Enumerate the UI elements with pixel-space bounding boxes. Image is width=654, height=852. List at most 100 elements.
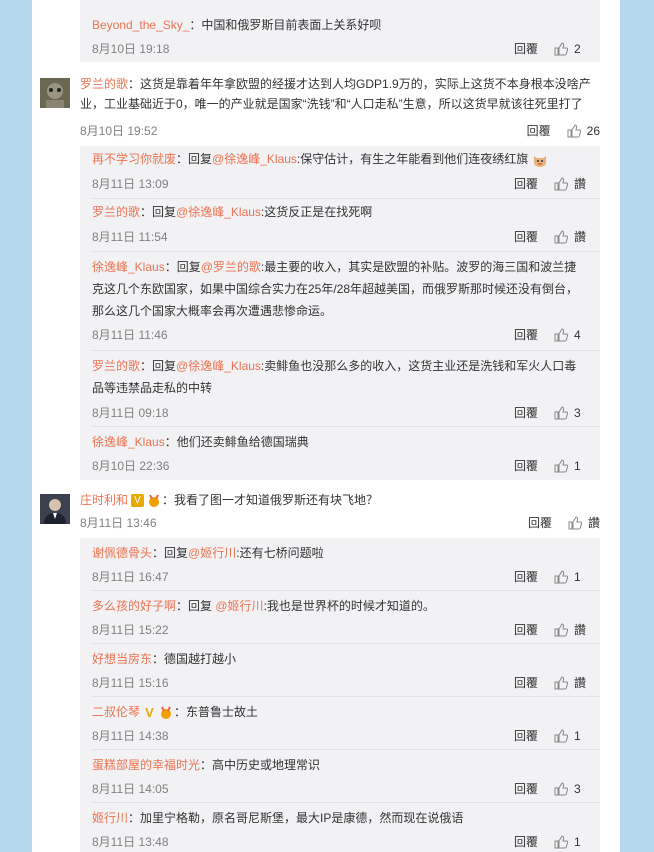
vip-badge-icon: V bbox=[145, 705, 154, 721]
list-item: 好想当房东：德国越打越小 8月11日 15:16 回覆 讚 bbox=[80, 644, 600, 697]
like-count: 1 bbox=[574, 569, 581, 584]
comment-text: :还有七桥问题啦 bbox=[236, 546, 324, 560]
timestamp: 8月11日 14:38 bbox=[92, 729, 169, 743]
commenter-name[interactable]: 蛋糕部屋的幸福时光 bbox=[92, 758, 200, 772]
comment-text: 加里宁格勒，原名哥尼斯堡，最大IP是康德，然而现在说俄语 bbox=[140, 811, 464, 825]
like-button[interactable]: 讚 bbox=[554, 175, 586, 192]
like-count: 2 bbox=[574, 41, 581, 56]
reply-button[interactable]: 回覆 bbox=[514, 457, 538, 474]
commenter-name[interactable]: 多么孩的好子啊 bbox=[92, 599, 176, 613]
reply-list: Beyond_the_Sky_：中国和俄罗斯目前表面上关系好呗 8月10日 19… bbox=[80, 0, 600, 62]
commenter-name[interactable]: 罗兰的歌 bbox=[92, 205, 140, 219]
thumb-up-icon bbox=[554, 41, 568, 55]
like-button[interactable]: 讚 bbox=[554, 674, 586, 691]
commenter-name[interactable]: 罗兰的歌 bbox=[92, 359, 140, 373]
commenter-name[interactable]: 二叔伦琴 bbox=[92, 705, 140, 719]
comment: 庄时利和 V ：我看了图一才知道俄罗斯还有块飞地？ 8月11日 13:46 回覆 讚 bbox=[32, 480, 620, 538]
timestamp: 8月10日 19:18 bbox=[92, 42, 170, 56]
like-button[interactable]: 3 bbox=[554, 782, 586, 796]
like-count: 1 bbox=[574, 458, 581, 473]
like-button[interactable]: 讚 bbox=[554, 228, 586, 245]
mention-link[interactable]: @徐逸峰_Klaus bbox=[212, 152, 297, 166]
mention-link[interactable]: @罗兰的歌 bbox=[201, 260, 261, 274]
like-button[interactable]: 26 bbox=[567, 124, 600, 138]
timestamp: 8月11日 14:05 bbox=[92, 782, 169, 796]
timestamp: 8月11日 11:46 bbox=[92, 328, 168, 342]
timestamp: 8月11日 13:09 bbox=[92, 177, 169, 191]
medal-icon bbox=[161, 706, 172, 719]
commenter-name[interactable]: 徐逸峰_Klaus bbox=[92, 260, 165, 274]
list-item: 多么孩的好子啊：回复 @姬行川:我也是世界杯的时候才知道的。 8月11日 15:… bbox=[80, 591, 600, 644]
comment-text: 我看了图一才知道俄罗斯还有块飞地？ bbox=[174, 493, 379, 507]
thumb-up-icon bbox=[554, 781, 568, 795]
like-button[interactable]: 2 bbox=[554, 42, 586, 56]
reply-list: 谢佩德骨头：回复@姬行川:还有七桥问题啦 8月11日 16:47 回覆 1 多么… bbox=[80, 538, 600, 852]
mention-link[interactable]: @姬行川 bbox=[215, 599, 263, 613]
reply-button[interactable]: 回覆 bbox=[514, 568, 538, 585]
timestamp: 8月11日 13:48 bbox=[92, 835, 169, 849]
mention-link[interactable]: @徐逸峰_Klaus bbox=[176, 359, 261, 373]
list-item: 徐逸峰_Klaus：回复@罗兰的歌:最主要的收入，其实是欧盟的补贴。波罗的海三国… bbox=[80, 252, 600, 351]
reply-button[interactable]: 回覆 bbox=[514, 674, 538, 691]
comment-text: :这货反正是在找死啊 bbox=[260, 205, 373, 219]
like-button[interactable]: 1 bbox=[554, 459, 586, 473]
list-item: 姬行川：加里宁格勒，原名哥尼斯堡，最大IP是康德，然而现在说俄语 8月11日 1… bbox=[80, 803, 600, 852]
commenter-name[interactable]: 好想当房东 bbox=[92, 652, 152, 666]
reply-button[interactable]: 回覆 bbox=[514, 404, 538, 421]
list-item: 谢佩德骨头：回复@姬行川:还有七桥问题啦 8月11日 16:47 回覆 1 bbox=[80, 538, 600, 591]
list-item: 二叔伦琴 V ：东普鲁士故土 8月11日 14:38 回覆 1 bbox=[80, 697, 600, 750]
reply-button[interactable]: 回覆 bbox=[528, 514, 552, 531]
timestamp: 8月11日 15:16 bbox=[92, 676, 169, 690]
commenter-name[interactable]: 谢佩德骨头 bbox=[92, 546, 152, 560]
avatar[interactable] bbox=[40, 78, 70, 108]
commenter-name[interactable]: 罗兰的歌 bbox=[80, 77, 128, 91]
comment-text: :保守估计，有生之年能看到他们连夜绣红旗 bbox=[296, 152, 529, 166]
like-count: 讚 bbox=[573, 623, 586, 637]
comment: 罗兰的歌：这货是靠着年年拿欧盟的经援才达到人均GDP1.9万的，实际上这货不本身… bbox=[32, 62, 620, 146]
comment-text: 德国越打越小 bbox=[164, 652, 237, 666]
reply-button[interactable]: 回覆 bbox=[514, 326, 538, 343]
reply-button[interactable]: 回覆 bbox=[514, 40, 538, 57]
reply-button[interactable]: 回覆 bbox=[527, 122, 551, 139]
commenter-name[interactable]: 庄时利和 bbox=[80, 493, 128, 507]
like-button[interactable]: 1 bbox=[554, 729, 586, 743]
reply-button[interactable]: 回覆 bbox=[514, 228, 538, 245]
list-item: 徐逸峰_Klaus：他们还卖鲱鱼给德国瑞典 8月10日 22:36 回覆 1 bbox=[80, 427, 600, 480]
like-count: 3 bbox=[574, 781, 581, 796]
thumb-up-icon bbox=[554, 834, 568, 848]
thumb-up-icon bbox=[554, 569, 568, 583]
mention-link[interactable]: @姬行川 bbox=[188, 546, 236, 560]
thumb-up-icon bbox=[554, 229, 568, 243]
thumb-up-icon bbox=[554, 176, 568, 190]
thumb-up-icon bbox=[554, 458, 568, 472]
thumb-up-icon bbox=[554, 622, 568, 636]
reply-button[interactable]: 回覆 bbox=[514, 780, 538, 797]
mention-link[interactable]: @徐逸峰_Klaus bbox=[176, 205, 261, 219]
medal-icon bbox=[149, 494, 160, 507]
thumb-up-icon bbox=[567, 123, 581, 137]
commenter-name[interactable]: Beyond_the_Sky_ bbox=[92, 18, 189, 32]
reply-button[interactable]: 回覆 bbox=[514, 175, 538, 192]
commenter-name[interactable]: 徐逸峰_Klaus bbox=[92, 435, 165, 449]
reply-button[interactable]: 回覆 bbox=[514, 833, 538, 850]
like-button[interactable]: 讚 bbox=[568, 514, 600, 531]
reply-button[interactable]: 回覆 bbox=[514, 621, 538, 638]
commenter-name[interactable]: 再不学习你就废 bbox=[92, 152, 176, 166]
reply-button[interactable]: 回覆 bbox=[514, 727, 538, 744]
like-button[interactable]: 3 bbox=[554, 406, 586, 420]
timestamp: 8月10日 22:36 bbox=[92, 459, 170, 473]
like-count: 讚 bbox=[587, 516, 600, 530]
thumb-up-icon bbox=[554, 327, 568, 341]
thumb-up-icon bbox=[568, 515, 582, 529]
list-item: Beyond_the_Sky_：中国和俄罗斯目前表面上关系好呗 8月10日 19… bbox=[80, 0, 600, 62]
like-button[interactable]: 讚 bbox=[554, 621, 586, 638]
like-button[interactable]: 1 bbox=[554, 835, 586, 849]
like-button[interactable]: 4 bbox=[554, 328, 586, 342]
timestamp: 8月11日 16:47 bbox=[92, 570, 169, 584]
comment-text: :我也是世界杯的时候才知道的。 bbox=[263, 599, 435, 613]
comment-text: 中国和俄罗斯目前表面上关系好呗 bbox=[201, 18, 382, 32]
like-button[interactable]: 1 bbox=[554, 570, 586, 584]
commenter-name[interactable]: 姬行川 bbox=[92, 811, 128, 825]
vip-badge-icon: V bbox=[131, 494, 145, 508]
avatar[interactable] bbox=[40, 494, 70, 524]
